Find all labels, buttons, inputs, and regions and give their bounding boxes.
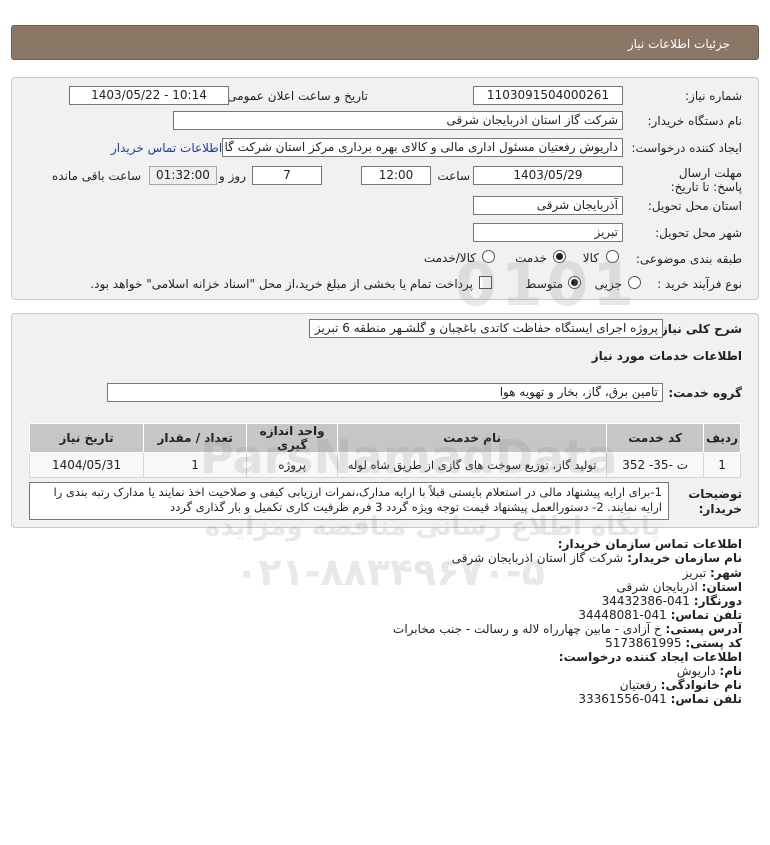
services-table: ردیف کد خدمت نام خدمت واحد اندازه گیری ت… <box>28 423 741 478</box>
creator-phone-value: 041-33361556 <box>578 692 667 706</box>
page-title: جزئیات اطلاعات نیاز <box>627 37 730 51</box>
cell-service-code: ت -35- 352 <box>606 452 705 478</box>
category-radio-service[interactable] <box>553 250 566 263</box>
contact-org-label: نام سازمان خریدار: <box>627 551 742 565</box>
creator-name: نام: داریوش <box>677 664 742 678</box>
province-label: استان محل تحویل: <box>647 199 742 213</box>
need-number-label: شماره نیاز: <box>685 89 742 103</box>
contact-address-value: خ آزادی - مابین چهارراه لاله و رسالت - ج… <box>393 622 662 636</box>
deadline-time-label: ساعت <box>437 169 470 183</box>
contact-province-value: اذربایجان شرقی <box>616 580 698 594</box>
buyer-contact-link[interactable]: اطلاعات تماس خریدار <box>111 141 222 155</box>
creator-family-value: رفعتیان <box>619 678 657 692</box>
buyer-field: شرکت گاز استان اذربایجان شرقی <box>173 111 623 130</box>
contact-city-label: شهر: <box>710 566 742 580</box>
col-service-code: کد خدمت <box>606 423 705 453</box>
deadline-date-field: 1403/05/29 <box>473 166 623 185</box>
process-radio-medium[interactable] <box>568 276 581 289</box>
buyer-label: نام دستگاه خریدار: <box>647 114 743 128</box>
creator-name-value: داریوش <box>676 664 716 678</box>
contact-fax-value: 041-34432386 <box>601 594 690 608</box>
summary-label: شرح کلی نیاز: <box>656 322 742 336</box>
contact-fax-label: دورنگار: <box>693 594 742 608</box>
service-group-label: گروه خدمت: <box>668 386 742 400</box>
contact-phone-value: 041-34448081 <box>578 608 667 622</box>
city-field: تبریز <box>473 223 623 242</box>
process-label: نوع فرآیند خرید : <box>657 277 742 291</box>
col-quantity: تعداد / مقدار <box>143 423 248 453</box>
remaining-time-field: 01:32:00 <box>149 166 217 185</box>
services-heading: اطلاعات خدمات مورد نیاز <box>591 349 742 363</box>
contact-fax: دورنگار: 041-34432386 <box>602 594 742 608</box>
contact-heading: اطلاعات تماس سازمان خریدار: <box>557 537 742 551</box>
creator-family: نام خانوادگی: رفعتیان <box>620 678 742 692</box>
cell-unit: پروژه <box>246 452 339 478</box>
contact-city: شهر: تبریز <box>683 566 742 580</box>
buyer-notes-label: توضیحات خریدار: <box>688 487 742 516</box>
contact-org-value: شرکت گاز استان اذربایجان شرقی <box>451 551 624 565</box>
col-unit: واحد اندازه گیری <box>246 423 339 453</box>
creator-name-label: نام: <box>719 664 742 678</box>
days-field: 7 <box>252 166 322 185</box>
table-row: 1 ت -35- 352 تولید گاز، توزیع سوخت های گ… <box>28 452 741 478</box>
city-label: شهر محل تحویل: <box>655 226 742 240</box>
contact-province: استان: اذربایجان شرقی <box>617 580 742 594</box>
category-radio-goods-service[interactable] <box>482 250 495 263</box>
contact-address-label: آدرس پستی: <box>665 622 742 636</box>
payment-note: پرداخت تمام یا بخشی از مبلغ خرید،از محل … <box>90 277 473 291</box>
contact-phone: تلفن تماس: 041-34448081 <box>578 608 742 622</box>
days-label: روز و <box>219 169 246 183</box>
creator-label: ایجاد کننده درخواست: <box>631 141 742 155</box>
buyer-notes-field: 1-برای ارایه پیشنهاد مالی در استعلام بای… <box>29 482 669 520</box>
cell-service-name: تولید گاز، توزیع سوخت های گازی از طریق ش… <box>337 452 608 478</box>
contact-province-label: استان: <box>701 580 742 594</box>
creator-heading: اطلاعات ایجاد کننده درخواست: <box>558 650 742 664</box>
deadline-label: مهلت ارسال پاسخ: تا تاریخ: <box>670 166 742 194</box>
page-header: جزئیات اطلاعات نیاز <box>11 25 759 60</box>
col-row-number: ردیف <box>703 423 741 453</box>
remaining-label: ساعت باقی مانده <box>51 169 141 183</box>
creator-family-label: نام خانوادگی: <box>660 678 742 692</box>
summary-field: پروژه اجرای ایستگاه حفاظت کاتدی باغچبان … <box>309 319 663 338</box>
contact-city-value: تبریز <box>682 566 707 580</box>
process-radio-minor[interactable] <box>628 276 641 289</box>
announce-field: 1403/05/22 - 10:14 <box>69 86 229 105</box>
service-group-field: تامین برق، گاز، بخار و تهویه هوا <box>107 383 663 402</box>
treasury-payment-checkbox[interactable] <box>479 276 492 289</box>
contact-address: آدرس پستی: خ آزادی - مابین چهارراه لاله … <box>393 622 742 636</box>
creator-phone: تلفن تماس: 041-33361556 <box>578 692 742 706</box>
deadline-time-field: 12:00 <box>361 166 431 185</box>
category-option-goods-service: کالا/خدمت <box>423 251 476 265</box>
cell-quantity: 1 <box>143 452 248 478</box>
cell-need-date: 1404/05/31 <box>28 452 145 478</box>
category-label: طبقه بندی موضوعی: <box>635 252 742 266</box>
contact-org: نام سازمان خریدار: شرکت گاز استان اذربای… <box>452 551 742 565</box>
announce-label: تاریخ و ساعت اعلان عمومی: <box>223 89 368 103</box>
col-service-name: نام خدمت <box>337 423 608 453</box>
contact-postal-label: کد پستی: <box>685 636 742 650</box>
table-header-row: ردیف کد خدمت نام خدمت واحد اندازه گیری ت… <box>28 423 741 453</box>
category-radio-goods[interactable] <box>606 250 619 263</box>
col-need-date: تاریخ نیاز <box>28 423 145 453</box>
need-number-field: 1103091504000261 <box>473 86 623 105</box>
creator-phone-label: تلفن تماس: <box>670 692 742 706</box>
process-option-medium: متوسط <box>525 277 563 291</box>
cell-row-number: 1 <box>703 452 741 478</box>
process-option-minor: جزیی <box>594 277 622 291</box>
contact-phone-label: تلفن تماس: <box>670 608 742 622</box>
category-option-goods: کالا <box>582 251 599 265</box>
category-option-service: خدمت <box>515 251 547 265</box>
contact-postal-value: 5173861995 <box>605 636 682 650</box>
contact-postal: کد پستی: 5173861995 <box>605 636 742 650</box>
province-field: آذربایجان شرقی <box>473 196 623 215</box>
creator-field: داریوش رفعتیان مسئول اداری مالی و کالای … <box>222 138 623 157</box>
